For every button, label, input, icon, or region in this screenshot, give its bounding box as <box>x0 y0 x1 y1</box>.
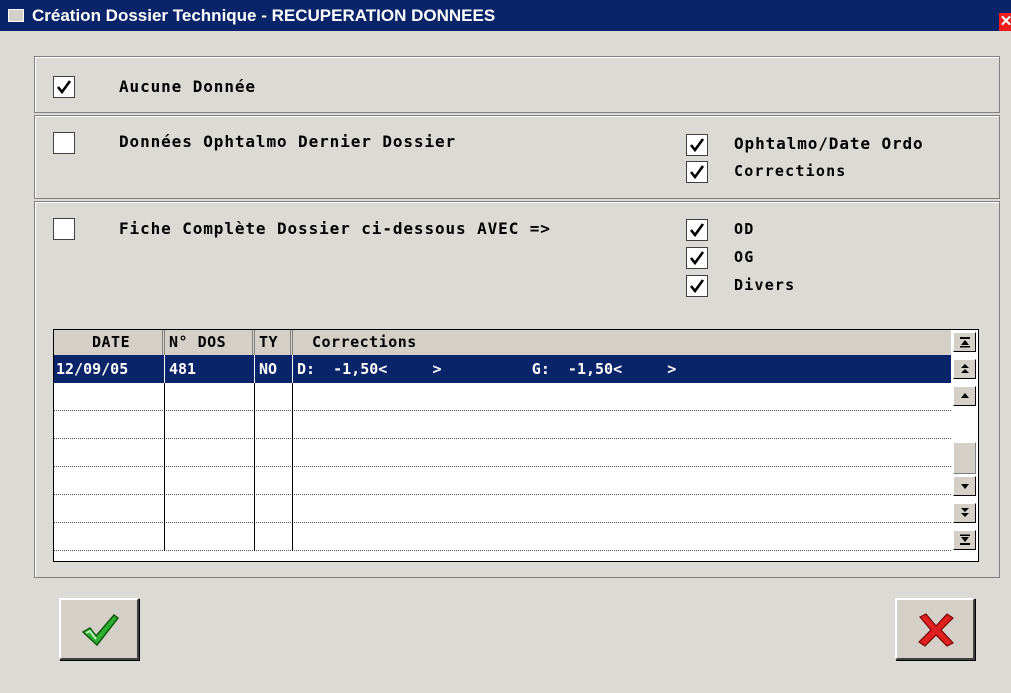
table-row[interactable] <box>54 439 951 467</box>
cell-ty <box>255 523 293 551</box>
label-corrections: Corrections <box>734 162 847 180</box>
table-row[interactable]: 12/09/05 481 NO D: -1,50< > G: -1,50< > <box>54 355 951 383</box>
cell-no-dos <box>165 439 255 467</box>
page-down-icon <box>961 508 969 517</box>
cell-no-dos: 481 <box>165 355 255 383</box>
red-x-icon <box>918 613 954 647</box>
column-header-no-dos[interactable]: N° DOS <box>165 330 255 355</box>
checkbox-aucune-donnee[interactable] <box>53 76 75 98</box>
scroll-thumb[interactable] <box>953 442 976 474</box>
checkmark-icon <box>689 223 705 238</box>
cell-date <box>54 439 165 467</box>
label-dernier-dossier: Données Ophtalmo Dernier Dossier <box>119 132 457 151</box>
cell-ty <box>255 411 293 439</box>
grid-header: DATE N° DOS TY Corrections <box>54 330 951 356</box>
scroll-top-button[interactable] <box>953 332 976 352</box>
scroll-down-button[interactable] <box>953 476 976 496</box>
close-button[interactable]: ✕ <box>999 13 1011 31</box>
cell-date <box>54 411 165 439</box>
table-row[interactable] <box>54 383 951 411</box>
ok-button[interactable] <box>59 598 139 660</box>
scroll-to-top-icon <box>960 337 970 348</box>
scroll-page-down-button[interactable] <box>953 503 976 523</box>
panel-aucune-donnee: Aucune Donnée <box>34 56 1000 113</box>
cell-no-dos <box>165 523 255 551</box>
cell-date <box>54 495 165 523</box>
cell-corrections <box>293 383 951 411</box>
checkmark-icon <box>689 251 705 266</box>
checkmark-icon <box>689 165 705 180</box>
vertical-scrollbar[interactable] <box>951 330 978 561</box>
cell-ty <box>255 495 293 523</box>
table-row[interactable] <box>54 523 951 551</box>
green-checkmark-icon <box>81 613 120 647</box>
checkmark-icon <box>689 279 705 294</box>
title-bar: Création Dossier Technique - RECUPERATIO… <box>0 0 1011 31</box>
cell-date <box>54 383 165 411</box>
checkbox-divers[interactable] <box>686 275 708 297</box>
cell-corrections <box>293 467 951 495</box>
cell-corrections <box>293 495 951 523</box>
table-row[interactable] <box>54 467 951 495</box>
checkmark-icon <box>56 80 72 95</box>
panel-dernier-dossier: Données Ophtalmo Dernier Dossier Ophtalm… <box>34 115 1000 199</box>
window-title: Création Dossier Technique - RECUPERATIO… <box>32 6 496 25</box>
cell-no-dos <box>165 467 255 495</box>
scroll-page-up-button[interactable] <box>953 359 976 379</box>
cell-ty <box>255 383 293 411</box>
table-row[interactable] <box>54 411 951 439</box>
cell-no-dos <box>165 495 255 523</box>
column-header-date[interactable]: DATE <box>54 330 165 355</box>
cell-no-dos <box>165 383 255 411</box>
cell-no-dos <box>165 411 255 439</box>
checkbox-fiche-complete[interactable] <box>53 218 75 240</box>
cell-ty <box>255 439 293 467</box>
scroll-bottom-button[interactable] <box>953 530 976 550</box>
page-up-icon <box>961 364 969 373</box>
cell-corrections: D: -1,50< > G: -1,50< > <box>297 360 677 378</box>
cell-date <box>54 523 165 551</box>
checkbox-corrections[interactable] <box>686 161 708 183</box>
column-header-corrections[interactable]: Corrections <box>293 330 951 355</box>
cell-date: 12/09/05 <box>54 355 165 383</box>
label-fiche-complete: Fiche Complète Dossier ci-dessous AVEC =… <box>119 219 551 238</box>
label-divers: Divers <box>734 276 796 294</box>
table-row[interactable] <box>54 495 951 523</box>
label-aucune-donnee: Aucune Donnée <box>119 77 256 96</box>
window-icon <box>8 9 24 22</box>
cancel-button[interactable] <box>895 598 975 660</box>
cell-corrections <box>293 523 951 551</box>
cell-ty <box>255 467 293 495</box>
label-ophtalmo-date-ordo: Ophtalmo/Date Ordo <box>734 134 924 153</box>
cell-corrections <box>293 439 951 467</box>
checkbox-og[interactable] <box>686 247 708 269</box>
label-od: OD <box>734 220 755 238</box>
cell-date <box>54 467 165 495</box>
cell-corrections <box>293 411 951 439</box>
cell-ty: NO <box>255 355 293 383</box>
column-header-ty[interactable]: TY <box>255 330 293 355</box>
arrow-up-icon <box>961 393 969 398</box>
scroll-to-bottom-icon <box>960 534 970 545</box>
checkbox-dernier-dossier[interactable] <box>53 132 75 154</box>
checkmark-icon <box>689 138 705 153</box>
label-og: OG <box>734 248 755 266</box>
checkbox-ophtalmo-date-ordo[interactable] <box>686 134 708 156</box>
checkbox-od[interactable] <box>686 219 708 241</box>
arrow-down-icon <box>961 484 969 489</box>
dossier-grid[interactable]: DATE N° DOS TY Corrections 12/09/05 481 NO… <box>53 329 979 562</box>
scroll-up-button[interactable] <box>953 386 976 406</box>
